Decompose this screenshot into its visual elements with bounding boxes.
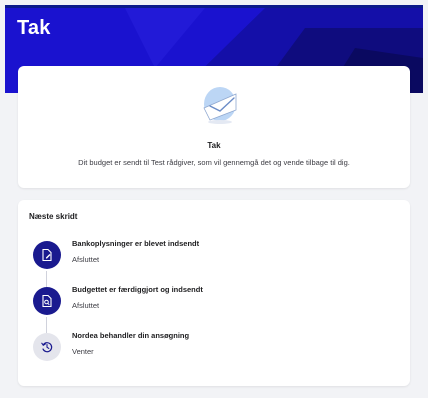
step-item-budget: Budgettet er færdiggjort og indsendt Afs… (33, 285, 393, 319)
next-steps-card: Næste skridt Bankoplysninger er blevet i… (18, 200, 410, 386)
page-title: Tak (17, 17, 51, 39)
step-title: Bankoplysninger er blevet indsendt (72, 239, 200, 248)
step-title: Nordea behandler din ansøgning (72, 331, 190, 340)
step-item-bank-info: Bankoplysninger er blevet indsendt Afslu… (33, 239, 393, 273)
step-status: Venter (72, 347, 94, 356)
confirmation-message: Dit budget er sendt til Test rådgiver, s… (78, 158, 350, 167)
step-item-processing: Nordea behandler din ansøgning Venter (33, 331, 393, 365)
step-status: Afsluttet (72, 301, 100, 310)
next-steps-heading: Næste skridt (29, 212, 78, 221)
confirmation-card: Tak Dit budget er sendt til Test rådgive… (18, 66, 410, 188)
confirmation-title: Tak (207, 141, 221, 150)
step-title: Budgettet er færdiggjort og indsendt (72, 285, 203, 294)
document-search-icon (33, 287, 61, 315)
clock-rewind-icon (33, 333, 61, 361)
document-edit-icon (33, 241, 61, 269)
envelope-sent-icon (203, 87, 237, 124)
step-status: Afsluttet (72, 255, 100, 264)
